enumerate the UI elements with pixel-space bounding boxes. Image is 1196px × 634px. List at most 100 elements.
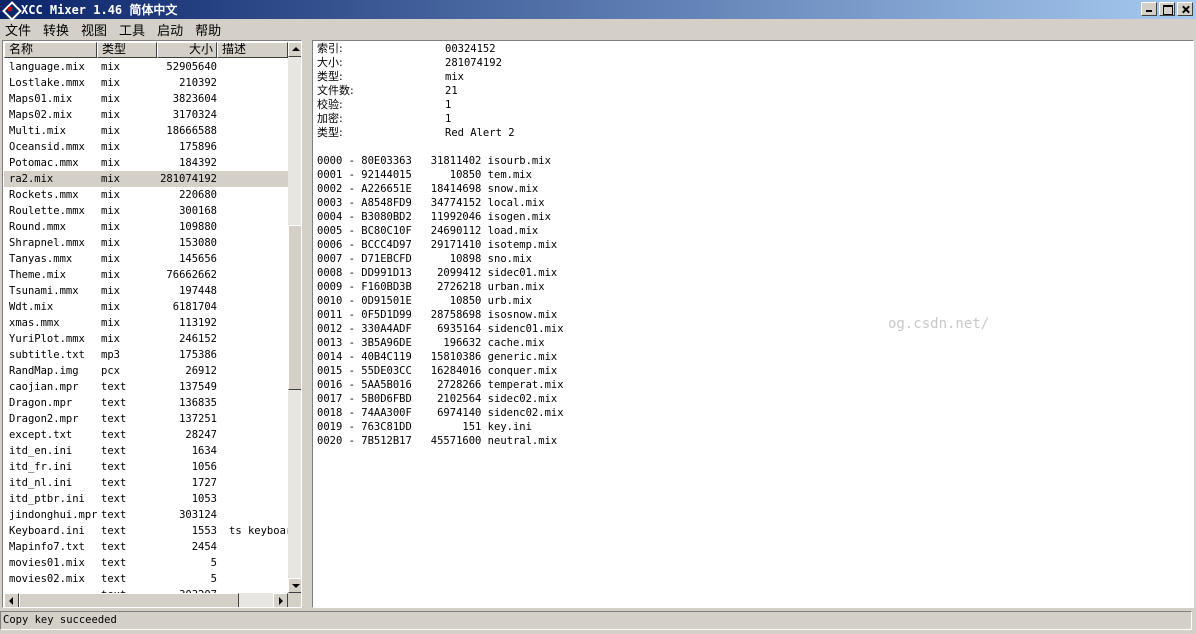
table-row[interactable]: Maps02.mix mix 3170324 xyxy=(4,107,288,123)
file-desc-cell xyxy=(217,475,288,491)
file-type-cell: mix xyxy=(101,269,120,281)
mix-entry-line: 0016 - 5AA5B016 2728266 temperat.mix xyxy=(317,379,564,391)
close-icon[interactable] xyxy=(1177,2,1193,16)
column-header-description[interactable]: 描述 xyxy=(217,42,288,58)
file-size-cell: 76662662 xyxy=(166,269,217,281)
file-size-cell: 197448 xyxy=(179,285,217,297)
details-panel[interactable]: 索引: 00324152 大小: 281074192 类型: mix 文件数: 21 校验: 1 加… xyxy=(312,40,1194,608)
menu-help[interactable]: 帮助 xyxy=(195,20,221,39)
vertical-scrollbar[interactable] xyxy=(288,42,301,593)
table-row[interactable]: Mapinfo7.txt text 2454 xyxy=(4,539,288,555)
file-type-cell: mix xyxy=(101,61,120,73)
column-header-name[interactable]: 名称 xyxy=(4,42,97,58)
file-desc-cell xyxy=(217,171,288,187)
file-name-cell: Keyboard.ini xyxy=(9,525,85,537)
file-desc-cell xyxy=(217,363,288,379)
detail-field-value: 1 xyxy=(445,113,452,125)
detail-field-value: 281074192 xyxy=(445,57,502,69)
file-type-cell: mix xyxy=(101,237,120,249)
detail-field-label: 加密: xyxy=(317,112,343,125)
mix-entry-line: 0012 - 330A4ADF 6935164 sidenc01.mix xyxy=(317,323,564,335)
table-row[interactable]: Shrapnel.mmx mix 153080 xyxy=(4,235,288,251)
file-size-cell: 136835 xyxy=(179,397,217,409)
file-size-cell: 145656 xyxy=(179,253,217,265)
file-size-cell: 1727 xyxy=(191,477,217,489)
table-row[interactable]: xmas.mmx mix 113192 xyxy=(4,315,288,331)
file-size-cell: 109880 xyxy=(179,221,217,233)
table-row[interactable]: RandMap.img pcx 26912 xyxy=(4,363,288,379)
list-header: 名称 类型 大小 描述 xyxy=(4,42,288,58)
mix-entry-line: 0003 - A8548FD9 34774152 local.mix xyxy=(317,197,545,209)
table-row[interactable]: Potomac.mmx mix 184392 xyxy=(4,155,288,171)
file-size-cell: 153080 xyxy=(179,237,217,249)
file-size-cell: 5 xyxy=(210,573,217,585)
table-row[interactable]: Theme.mix mix 76662662 xyxy=(4,267,288,283)
table-row[interactable]: Multi.mix mix 18666588 xyxy=(4,123,288,139)
file-name-cell: Wdt.mix xyxy=(9,301,54,313)
table-row[interactable]: itd_fr.ini text 1056 xyxy=(4,459,288,475)
file-size-cell: 137251 xyxy=(179,413,217,425)
table-row[interactable]: ra2.mix mix 281074192 xyxy=(4,171,288,187)
mix-entry-line: 0011 - 0F5D1D99 28758698 isosnow.mix xyxy=(317,309,558,321)
file-name-cell: YuriPlot.mmx xyxy=(9,333,85,345)
table-row[interactable]: itd_nl.ini text 1727 xyxy=(4,475,288,491)
table-row[interactable]: language.mix mix 52905640 xyxy=(4,59,288,75)
table-row[interactable]: Oceansid.mmx mix 175896 xyxy=(4,139,288,155)
menu-view[interactable]: 视图 xyxy=(81,20,107,39)
mix-entry-line: 0008 - DD991D13 2099412 sidec01.mix xyxy=(317,267,558,279)
file-type-cell: pcx xyxy=(101,365,120,377)
table-row[interactable]: Dragon2.mpr text 137251 xyxy=(4,411,288,427)
table-row[interactable]: Keyboard.ini text 1553 ts keyboar xyxy=(4,523,288,539)
scroll-down-button[interactable] xyxy=(288,578,301,593)
table-row[interactable]: Lostlake.mmx mix 210392 xyxy=(4,75,288,91)
file-size-cell: 6181704 xyxy=(172,301,217,313)
table-row[interactable]: movies02.mix text 5 xyxy=(4,571,288,587)
detail-field-value: mix xyxy=(445,71,464,83)
table-row[interactable]: itd_ptbr.ini text 1053 xyxy=(4,491,288,507)
minimize-icon[interactable] xyxy=(1141,2,1157,16)
horizontal-scroll-thumb[interactable] xyxy=(19,593,239,607)
status-bar: Copy key succeeded xyxy=(0,611,1196,630)
table-row[interactable]: jindonghui.mpr text 303124 xyxy=(4,507,288,523)
table-row[interactable]: itd_en.ini text 1634 xyxy=(4,443,288,459)
menu-tools[interactable]: 工具 xyxy=(119,20,145,39)
file-size-cell: 52905640 xyxy=(166,61,217,73)
file-size-cell: 5 xyxy=(210,557,217,569)
table-row[interactable]: subtitle.txt mp3 175386 xyxy=(4,347,288,363)
menu-launch[interactable]: 启动 xyxy=(157,20,183,39)
table-row[interactable]: Maps01.mix mix 3823604 xyxy=(4,91,288,107)
scroll-up-button[interactable] xyxy=(288,42,301,57)
scroll-left-button[interactable] xyxy=(4,593,19,607)
table-row[interactable]: movies01.mix text 5 xyxy=(4,555,288,571)
menu-convert[interactable]: 转换 xyxy=(43,20,69,39)
menu-file[interactable]: 文件 xyxy=(5,20,31,39)
table-row[interactable]: Roulette.mmx mix 300168 xyxy=(4,203,288,219)
title-bar[interactable]: XCC Mixer 1.46 简体中文 xyxy=(0,0,1196,19)
horizontal-scrollbar[interactable] xyxy=(4,593,288,607)
table-row[interactable]: Round.mmx mix 109880 xyxy=(4,219,288,235)
mix-entries: 0000 - 80E03363 31811402 isourb.mix 0001 … xyxy=(317,154,564,448)
file-name-cell: ra2.mix xyxy=(9,173,54,185)
vertical-scroll-thumb[interactable] xyxy=(288,225,301,390)
scroll-right-button[interactable] xyxy=(273,593,288,607)
panel-splitter[interactable] xyxy=(303,40,312,608)
column-header-size[interactable]: 大小 xyxy=(157,42,217,58)
table-row[interactable]: Wdt.mix mix 6181704 xyxy=(4,299,288,315)
table-row[interactable]: YuriPlot.mmx mix 246152 xyxy=(4,331,288,347)
mix-entry-line: 0000 - 80E03363 31811402 isourb.mix xyxy=(317,155,551,167)
table-row[interactable]: Tsunami.mmx mix 197448 xyxy=(4,283,288,299)
file-name-cell: Multi.mix xyxy=(9,125,66,137)
file-type-cell: text xyxy=(101,461,127,473)
file-type-cell: mp3 xyxy=(101,349,120,361)
table-row[interactable]: Dragon.mpr text 136835 xyxy=(4,395,288,411)
table-row[interactable]: Tanyas.mmx mix 145656 xyxy=(4,251,288,267)
file-size-cell: 28247 xyxy=(185,429,217,441)
maximize-icon[interactable] xyxy=(1159,2,1175,16)
file-type-cell: text xyxy=(101,493,127,505)
detail-field-value: 00324152 xyxy=(445,43,496,55)
column-header-type[interactable]: 类型 xyxy=(97,42,157,58)
table-row[interactable]: caojian.mpr text 137549 xyxy=(4,379,288,395)
table-row[interactable]: Rockets.mmx mix 220680 xyxy=(4,187,288,203)
table-row[interactable]: except.txt text 28247 xyxy=(4,427,288,443)
